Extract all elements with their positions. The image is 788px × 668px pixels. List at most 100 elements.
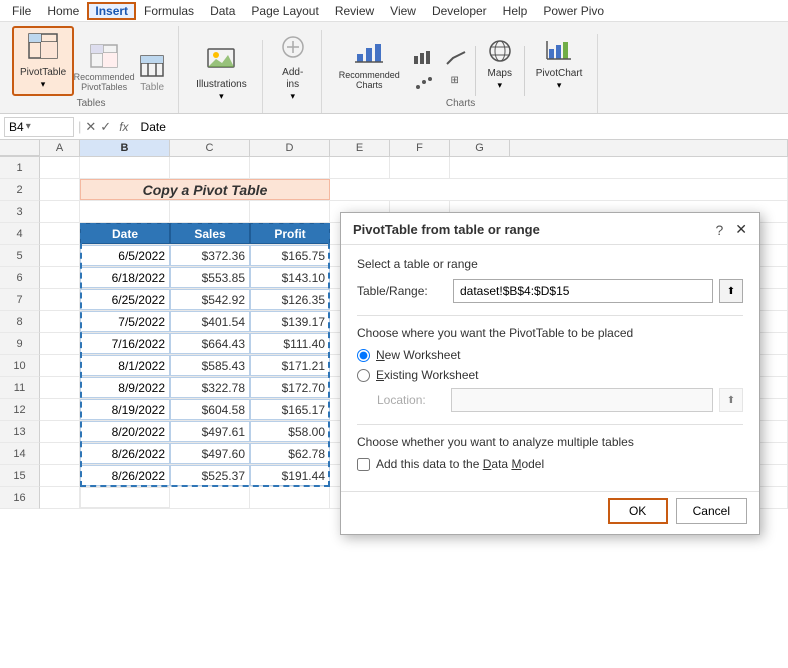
menu-view[interactable]: View	[382, 2, 424, 20]
row-num-8[interactable]: 8	[0, 311, 40, 333]
table-range-collapse-button[interactable]: ⬆	[719, 279, 743, 303]
cell-c9[interactable]: $664.43	[170, 333, 250, 354]
cell-c6[interactable]: $553.85	[170, 267, 250, 288]
cell-a15[interactable]	[40, 465, 80, 486]
cell-d13[interactable]: $58.00	[250, 421, 330, 442]
cell-a11[interactable]	[40, 377, 80, 398]
row-num-11[interactable]: 11	[0, 377, 40, 399]
col-header-g[interactable]: G	[450, 140, 510, 156]
menu-power-pivot[interactable]: Power Pivo	[535, 2, 612, 20]
menu-insert[interactable]: Insert	[87, 2, 136, 20]
cell-a16[interactable]	[40, 487, 80, 508]
row-num-16[interactable]: 16	[0, 487, 40, 509]
cell-d1[interactable]	[250, 157, 330, 178]
menu-developer[interactable]: Developer	[424, 2, 495, 20]
cell-b3[interactable]	[80, 201, 170, 222]
cell-b10[interactable]: 8/1/2022	[80, 355, 170, 376]
col-header-c[interactable]: C	[170, 140, 250, 156]
cell-reference-box[interactable]: B4 ▾	[4, 117, 74, 137]
cell-c13[interactable]: $497.61	[170, 421, 250, 442]
menu-formulas[interactable]: Formulas	[136, 2, 202, 20]
cell-a13[interactable]	[40, 421, 80, 442]
cell-d5[interactable]: $165.75	[250, 245, 330, 266]
cell-d7[interactable]: $126.35	[250, 289, 330, 310]
cell-c14[interactable]: $497.60	[170, 443, 250, 464]
cell-d16[interactable]	[250, 487, 330, 508]
dialog-close-button[interactable]: ✕	[735, 221, 747, 238]
line-chart-button[interactable]	[441, 48, 471, 71]
add-ins-button[interactable]: Add-ins ▾	[273, 30, 313, 107]
cell-c1[interactable]	[170, 157, 250, 178]
cell-d14[interactable]: $62.78	[250, 443, 330, 464]
row-num-12[interactable]: 12	[0, 399, 40, 421]
cell-a1[interactable]	[40, 157, 80, 178]
col-header-f[interactable]: F	[390, 140, 450, 156]
cell-c16[interactable]	[170, 487, 250, 508]
cell-b7[interactable]: 6/25/2022	[80, 289, 170, 310]
header-sales[interactable]: Sales	[170, 223, 250, 244]
menu-data[interactable]: Data	[202, 2, 243, 20]
row-num-9[interactable]: 9	[0, 333, 40, 355]
header-profit[interactable]: Profit	[250, 223, 330, 244]
cell-a5[interactable]	[40, 245, 80, 266]
more-charts-button[interactable]: ⊞	[441, 73, 469, 96]
cell-b13[interactable]: 8/20/2022	[80, 421, 170, 442]
cell-c5[interactable]: $372.36	[170, 245, 250, 266]
cell-a6[interactable]	[40, 267, 80, 288]
cell-c3[interactable]	[170, 201, 250, 222]
formula-input[interactable]	[137, 118, 784, 136]
pivot-table-button[interactable]: PivotTable ▾	[12, 26, 74, 96]
radio-existing-worksheet[interactable]	[357, 369, 370, 382]
cell-d11[interactable]: $172.70	[250, 377, 330, 398]
cell-c12[interactable]: $604.58	[170, 399, 250, 420]
pivot-chart-button[interactable]: PivotChart ▾	[529, 34, 590, 96]
table-button[interactable]: Table	[134, 52, 170, 96]
cell-c15[interactable]: $525.37	[170, 465, 250, 486]
cell-d3[interactable]	[250, 201, 330, 222]
location-input[interactable]	[451, 388, 713, 412]
checkbox-label[interactable]: Add this data to the Data Model	[376, 457, 544, 471]
cell-c8[interactable]: $401.54	[170, 311, 250, 332]
cell-d9[interactable]: $111.40	[250, 333, 330, 354]
cell-c7[interactable]: $542.92	[170, 289, 250, 310]
cell-d15[interactable]: $191.44	[250, 465, 330, 486]
row-num-4[interactable]: 4	[0, 223, 40, 245]
col-header-b[interactable]: B	[80, 140, 170, 156]
cell-c10[interactable]: $585.43	[170, 355, 250, 376]
recommended-charts-button[interactable]: RecommendedCharts	[332, 35, 407, 96]
cancel-formula-icon[interactable]: ✕	[85, 119, 96, 135]
cell-b16[interactable]	[80, 487, 170, 508]
confirm-formula-icon[interactable]: ✓	[100, 119, 111, 135]
cell-b11[interactable]: 8/9/2022	[80, 377, 170, 398]
cell-b5[interactable]: 6/5/2022	[80, 245, 170, 266]
cell-a10[interactable]	[40, 355, 80, 376]
cancel-button[interactable]: Cancel	[676, 498, 747, 524]
menu-page-layout[interactable]: Page Layout	[243, 2, 326, 20]
menu-home[interactable]: Home	[39, 2, 87, 20]
cell-a9[interactable]	[40, 333, 80, 354]
cell-c11[interactable]: $322.78	[170, 377, 250, 398]
cell-b14[interactable]: 8/26/2022	[80, 443, 170, 464]
cell-a7[interactable]	[40, 289, 80, 310]
row-num-6[interactable]: 6	[0, 267, 40, 289]
table-range-input[interactable]	[453, 279, 713, 303]
col-header-e[interactable]: E	[330, 140, 390, 156]
row-num-2[interactable]: 2	[0, 179, 40, 201]
illustrations-button[interactable]: Illustrations ▾	[189, 40, 254, 107]
header-date[interactable]: Date	[80, 223, 170, 244]
cell-b1[interactable]	[80, 157, 170, 178]
menu-help[interactable]: Help	[495, 2, 536, 20]
cell-b15[interactable]: 8/26/2022	[80, 465, 170, 486]
cell-a4[interactable]	[40, 223, 80, 244]
row-num-10[interactable]: 10	[0, 355, 40, 377]
radio-new-worksheet[interactable]	[357, 349, 370, 362]
title-cell[interactable]: Copy a Pivot Table	[80, 179, 330, 200]
row-num-7[interactable]: 7	[0, 289, 40, 311]
cell-b9[interactable]: 7/16/2022	[80, 333, 170, 354]
cell-d10[interactable]: $171.21	[250, 355, 330, 376]
ok-button[interactable]: OK	[608, 498, 668, 524]
cell-b8[interactable]: 7/5/2022	[80, 311, 170, 332]
maps-button[interactable]: Maps ▾	[480, 34, 520, 96]
cell-a8[interactable]	[40, 311, 80, 332]
cell-a2[interactable]	[40, 179, 80, 200]
